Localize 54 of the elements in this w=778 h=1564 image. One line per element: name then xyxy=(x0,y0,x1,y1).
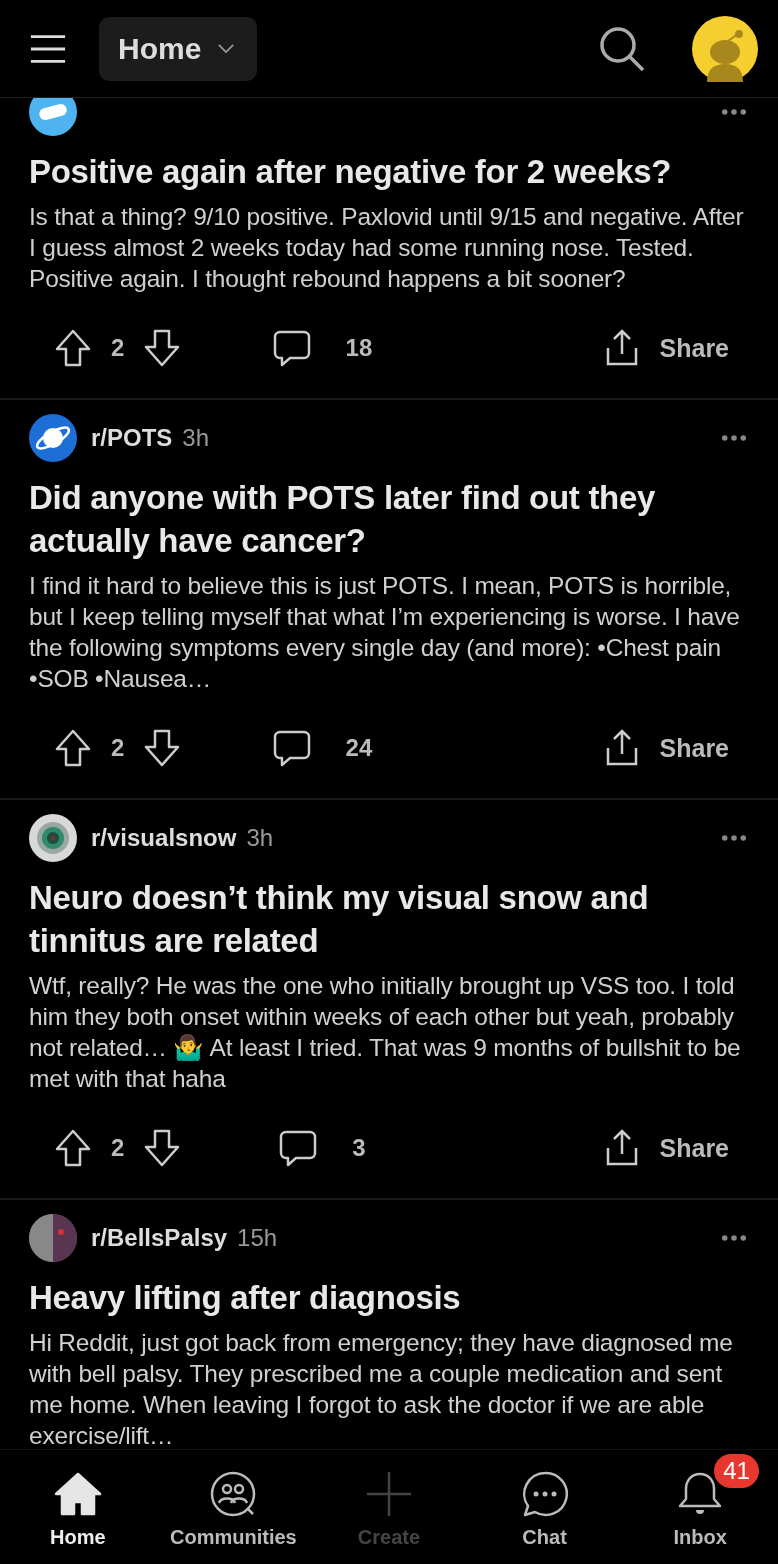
comment-count: 3 xyxy=(352,1134,366,1162)
upvote-icon[interactable] xyxy=(53,728,93,768)
post-title[interactable]: Heavy lifting after diagnosis xyxy=(29,1276,749,1319)
post-title[interactable]: Neuro doesn’t think my visual snow and tinnitus are related xyxy=(29,876,749,962)
notification-badge: 41 xyxy=(714,1454,759,1488)
comment-count: 24 xyxy=(345,734,373,762)
home-icon xyxy=(53,1470,102,1518)
nav-label: Chat xyxy=(522,1526,567,1549)
more-icon[interactable] xyxy=(721,834,747,842)
chat-icon xyxy=(520,1470,569,1518)
nav-label: Communities xyxy=(170,1526,297,1549)
subreddit-name[interactable]: r/POTS xyxy=(91,424,173,452)
post-age: 15h xyxy=(237,1224,278,1252)
chevron-icon xyxy=(217,43,236,54)
subreddit-icon[interactable] xyxy=(29,98,77,136)
post-age: 3h xyxy=(182,424,210,452)
nav-label: Inbox xyxy=(673,1526,727,1549)
nav-tab[interactable]: Communities xyxy=(155,1450,312,1564)
nav-tab[interactable]: 41 Inbox xyxy=(622,1450,778,1564)
upvote-icon[interactable] xyxy=(53,1128,93,1168)
planet-icon[interactable] xyxy=(29,414,77,462)
upvote-icon[interactable] xyxy=(53,328,93,368)
more-icon[interactable] xyxy=(721,108,747,116)
comment-icon[interactable] xyxy=(271,328,312,368)
more-icon[interactable] xyxy=(721,1234,747,1242)
share-button[interactable]: Share xyxy=(601,728,729,768)
post-body: Hi Reddit, just got back from emergency; they have diagnosed me with bell palsy. They prescribed me a couple medication and sent me home. When leaving I forgot to ask the doctor if we are able exercise/lift… xyxy=(29,1328,734,1449)
comment-icon[interactable] xyxy=(271,728,312,768)
post-title[interactable]: Did anyone with POTS later find out they actually have cancer? xyxy=(29,476,749,562)
menu-icon[interactable] xyxy=(29,32,67,65)
post-body: Wtf, really? He was the one who initially brought up VSS too. I told him they both onset within weeks of each other but yeah, probably not related… 🤷‍♂ At least I tried. That was 9 months of bullshit to be met with that haha xyxy=(29,971,742,1094)
post-body: I find it hard to believe this is just POTS. I mean, POTS is horrible, but I keep telling myself that what I’m experiencing is worse. I have the following symptoms every single day (and more): •Chest pain •SOB •Nausea… xyxy=(29,571,741,694)
nav-tab[interactable]: Home xyxy=(0,1450,156,1564)
vote-count: 2 xyxy=(111,334,125,362)
subreddit-name[interactable]: r/BellsPalsy xyxy=(91,1224,228,1252)
vote-count: 2 xyxy=(111,734,125,762)
search-icon[interactable] xyxy=(598,24,646,73)
plus-icon xyxy=(365,1470,413,1518)
nav-label: Home xyxy=(50,1526,106,1549)
post-title[interactable]: Positive again after negative for 2 weeks? xyxy=(29,150,749,193)
more-icon[interactable] xyxy=(721,434,747,442)
share-button[interactable]: Share xyxy=(601,1128,729,1168)
post-body: Is that a thing? 9/10 positive. Paxlovid until 9/15 and negative. After I guess almost 2 weeks today had some running nose. Tested. Positive again. I thought rebound happens a bit sooner? xyxy=(29,202,745,294)
share-button[interactable]: Share xyxy=(601,328,729,368)
avatar-icon[interactable] xyxy=(692,15,758,82)
vote-count: 2 xyxy=(111,1134,125,1162)
subreddit-name[interactable]: r/visualsnow xyxy=(91,824,237,852)
comment-count: 18 xyxy=(345,334,373,362)
nav-tab[interactable]: Chat xyxy=(466,1450,623,1564)
nav-label: Create xyxy=(357,1526,421,1549)
comment-icon[interactable] xyxy=(278,1128,319,1168)
people-icon xyxy=(209,1470,258,1518)
feed-selector[interactable]: Home xyxy=(99,16,258,81)
post-age: 3h xyxy=(246,824,274,852)
